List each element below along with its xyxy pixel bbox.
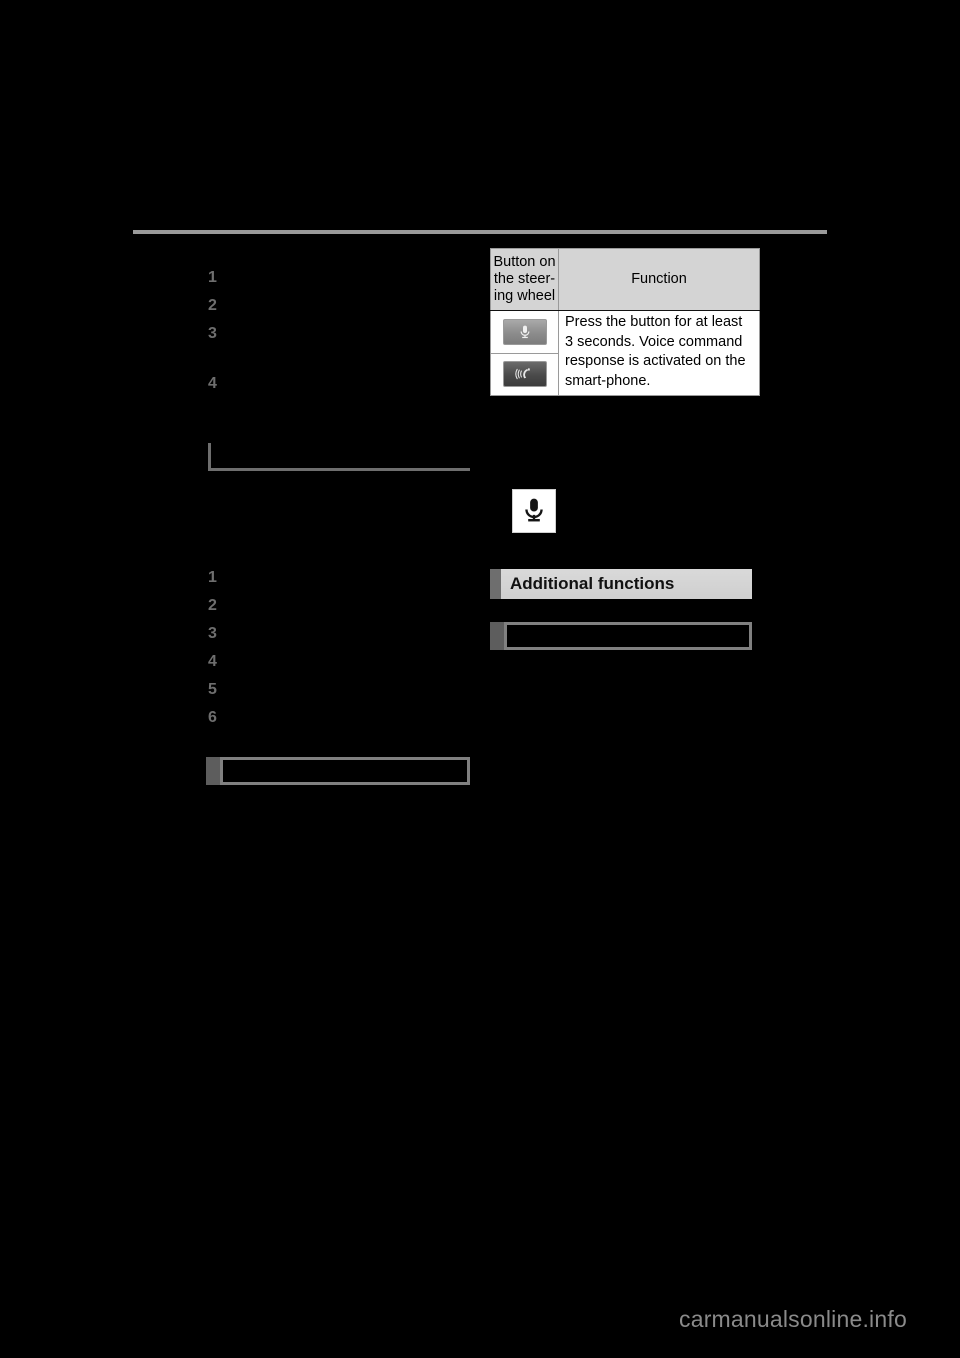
table-header-function: Function bbox=[558, 248, 760, 311]
left-column: 1 2 3 4 1 2 3 4 5 6 bbox=[190, 248, 480, 808]
table-cell-button-icon bbox=[490, 310, 559, 354]
note-box-frame bbox=[504, 622, 752, 650]
list-item-number: 4 bbox=[208, 375, 218, 392]
list-item-number: 6 bbox=[208, 709, 218, 726]
talk-button-icon bbox=[502, 361, 547, 388]
note-box-frame bbox=[220, 757, 470, 785]
section-separator-horizontal bbox=[208, 468, 470, 471]
note-box-right bbox=[490, 622, 752, 650]
manual-page: 1 2 3 4 1 2 3 4 5 6 Button on the steer-… bbox=[0, 0, 960, 1358]
microphone-icon bbox=[512, 489, 556, 533]
note-box-left bbox=[206, 757, 470, 785]
section-separator-vertical bbox=[208, 443, 211, 471]
table-cell-button-icon bbox=[490, 352, 559, 396]
section-heading-title: Additional functions bbox=[510, 574, 675, 593]
list-item-number: 2 bbox=[208, 597, 218, 614]
table-cell-function-text: Press the button for at least 3 seconds.… bbox=[558, 310, 760, 396]
section-heading-additional-functions: Additional functions bbox=[490, 569, 752, 599]
page-top-rule bbox=[133, 230, 827, 234]
list-item-number: 5 bbox=[208, 681, 218, 698]
table-header-row: Button on the steer- ing wheel Function bbox=[490, 248, 760, 311]
list-item-number: 1 bbox=[208, 269, 218, 286]
list-item-number: 4 bbox=[208, 653, 218, 670]
list-item-number: 2 bbox=[208, 297, 218, 314]
section-heading-tab bbox=[490, 569, 501, 599]
table-row: Press the button for at least 3 seconds.… bbox=[490, 310, 760, 396]
site-watermark: carmanualsonline.info bbox=[679, 1306, 907, 1332]
list-item-number: 1 bbox=[208, 569, 218, 586]
list-item-number: 3 bbox=[208, 625, 218, 642]
list-item-number: 3 bbox=[208, 325, 218, 342]
table-header-button: Button on the steer- ing wheel bbox=[490, 248, 559, 311]
steering-wheel-function-table: Button on the steer- ing wheel Function bbox=[490, 248, 760, 396]
microphone-button-icon bbox=[502, 318, 547, 345]
